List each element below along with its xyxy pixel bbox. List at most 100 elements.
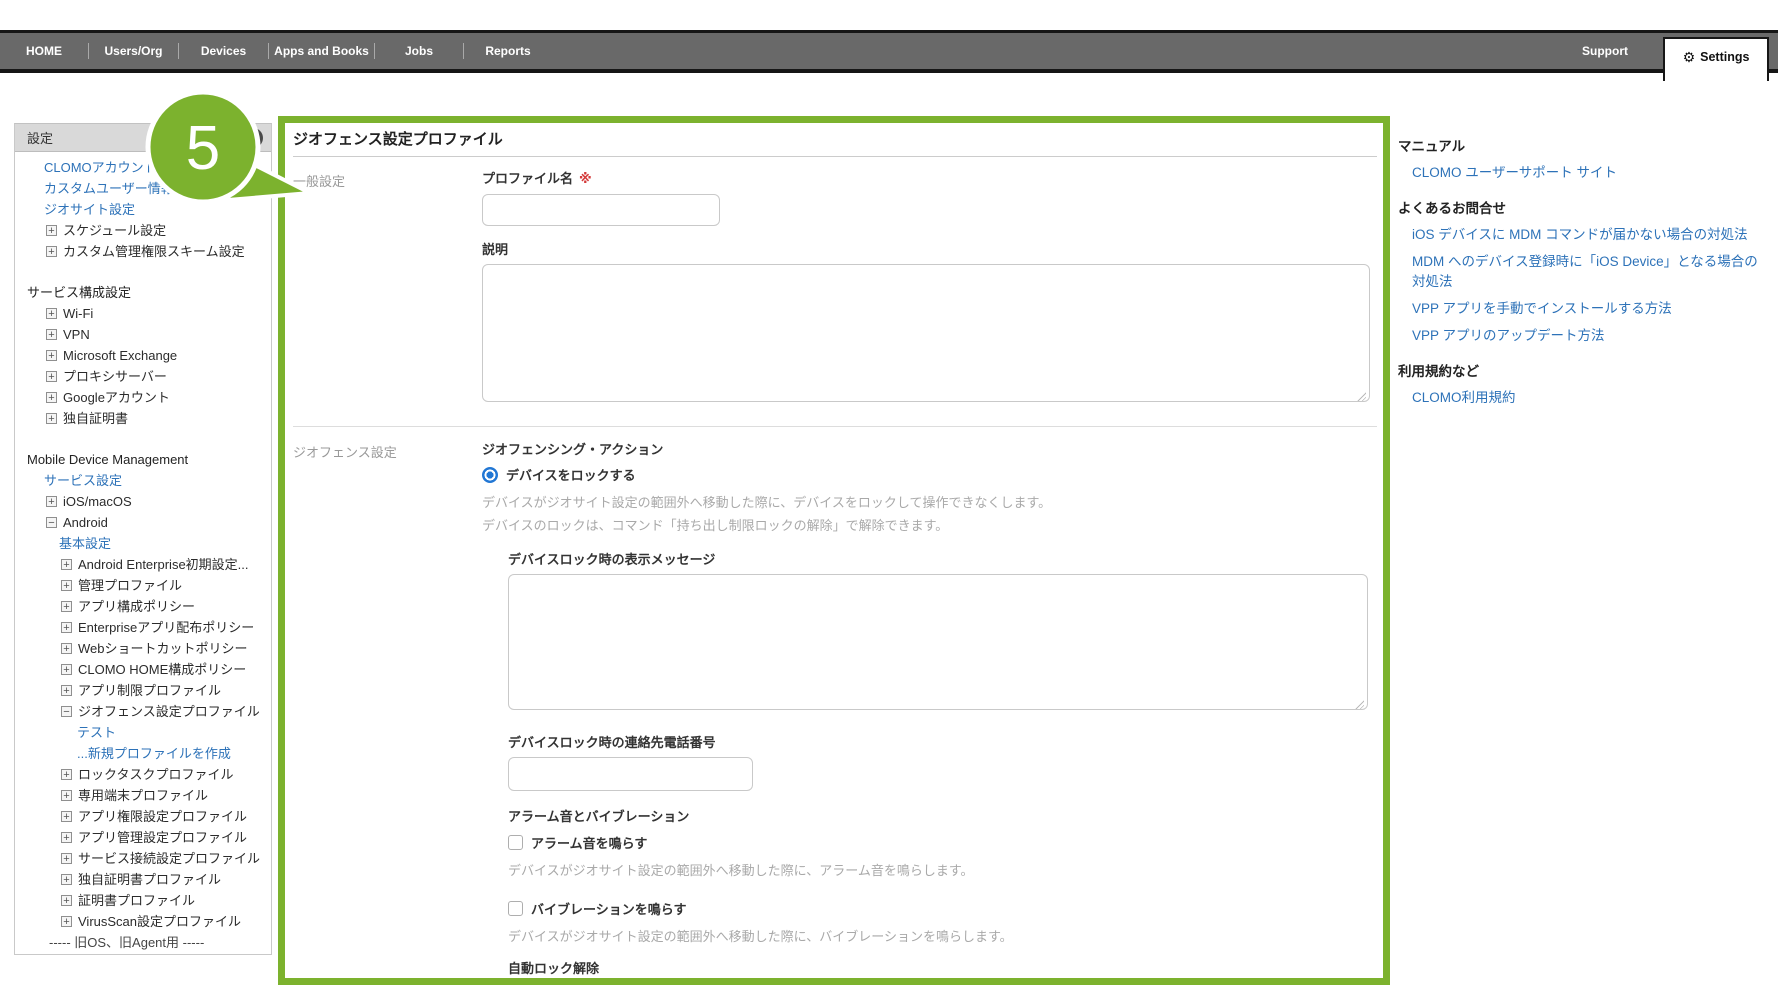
sidebar-item[interactable]: +CLOMO HOME構成ポリシー xyxy=(15,659,271,680)
expand-icon[interactable]: + xyxy=(61,916,72,927)
expand-icon[interactable]: + xyxy=(61,622,72,633)
expand-icon[interactable]: + xyxy=(61,685,72,696)
nav-item-support[interactable]: Support xyxy=(1555,33,1655,69)
sidebar-item[interactable]: + アプリ権限設定プロファイル xyxy=(15,806,271,827)
expand-icon[interactable]: + xyxy=(61,853,72,864)
nav-item-users-org[interactable]: Users/Org xyxy=(89,44,178,58)
profile-name-label: プロファイル名※ xyxy=(482,171,1383,187)
expand-icon[interactable]: + xyxy=(46,413,57,424)
sidebar-item[interactable]: CLOMOアカウント設定 xyxy=(15,157,271,178)
help-link[interactable]: iOS デバイスに MDM コマンドが届かない場合の対処法 xyxy=(1412,225,1758,245)
expand-icon[interactable]: + xyxy=(46,308,57,319)
help-section-heading: 利用規約など xyxy=(1398,363,1758,381)
collapse-icon[interactable]: − xyxy=(61,706,72,717)
sidebar-item[interactable]: サービス設定 xyxy=(15,470,271,491)
sidebar-header-label: 設定 xyxy=(27,128,53,147)
sidebar-item[interactable]: +ロックタスクプロファイル xyxy=(15,764,271,785)
sidebar-item[interactable]: +プロキシサーバー xyxy=(15,366,271,387)
help-link[interactable]: CLOMO利用規約 xyxy=(1412,388,1758,408)
expand-icon[interactable]: + xyxy=(61,769,72,780)
expand-icon[interactable]: + xyxy=(61,832,72,843)
sidebar-item[interactable]: +専用端末プロファイル xyxy=(15,785,271,806)
lock-message-textarea[interactable] xyxy=(508,574,1368,710)
nav-item-apps-and-books[interactable]: Apps and Books xyxy=(269,44,374,58)
sidebar-item[interactable]: +Android Enterprise初期設定... xyxy=(15,554,271,575)
sidebar-item[interactable]: +Wi-Fi xyxy=(15,303,271,324)
expand-icon[interactable]: + xyxy=(46,496,57,507)
sidebar-item-label: iOS/macOS xyxy=(63,494,132,509)
sidebar-item-label: アプリ管理設定プロファイル xyxy=(78,830,247,845)
tab-settings[interactable]: ⚙ Settings xyxy=(1663,37,1769,81)
profile-name-input[interactable] xyxy=(482,194,720,226)
sidebar-item[interactable]: ジオサイト設定 xyxy=(15,199,271,220)
sidebar-item[interactable]: +Webショートカットポリシー xyxy=(15,638,271,659)
sidebar-item[interactable]: カスタムユーザー情報設定 xyxy=(15,178,271,199)
sidebar-item[interactable]: + アプリ管理設定プロファイル xyxy=(15,827,271,848)
collapse-icon[interactable]: − xyxy=(46,517,57,528)
expand-icon[interactable]: + xyxy=(61,559,72,570)
lock-description-1: デバイスがジオサイト設定の範囲外へ移動した際に、デバイスをロックして操作できなく… xyxy=(482,494,1383,511)
nav-item-devices[interactable]: Devices xyxy=(179,44,268,58)
sidebar-item-label: カスタム管理権限スキーム設定 xyxy=(63,244,245,259)
sidebar-item[interactable]: +管理プロファイル xyxy=(15,575,271,596)
lock-phone-input[interactable] xyxy=(508,757,753,791)
vibration-checkbox[interactable] xyxy=(508,901,523,916)
description-textarea[interactable] xyxy=(482,264,1370,402)
sidebar-item[interactable]: +スケジュール設定 xyxy=(15,220,271,241)
sidebar-item-label: サービス接続設定プロファイル xyxy=(78,851,260,866)
expand-icon[interactable]: + xyxy=(61,811,72,822)
sidebar-item[interactable]: +Enterpriseアプリ配布ポリシー xyxy=(15,617,271,638)
expand-icon[interactable]: + xyxy=(46,371,57,382)
sidebar-item-label: アプリ権限設定プロファイル xyxy=(78,809,247,824)
sidebar-item[interactable]: + サービス接続設定プロファイル xyxy=(15,848,271,869)
sidebar-item[interactable]: + VPN xyxy=(15,324,271,345)
expand-icon[interactable]: + xyxy=(46,246,57,257)
help-icon[interactable]: ? xyxy=(243,128,263,148)
expand-icon[interactable]: + xyxy=(46,392,57,403)
sidebar-item[interactable]: +独自証明書プロファイル xyxy=(15,869,271,890)
sidebar-item[interactable]: −Android xyxy=(15,512,271,533)
sidebar-item[interactable]: +Microsoft Exchange xyxy=(15,345,271,366)
help-link[interactable]: CLOMO ユーザーサポート サイト xyxy=(1412,163,1758,183)
sidebar-item[interactable]: + 証明書プロファイル xyxy=(15,890,271,911)
expand-icon[interactable]: + xyxy=(46,225,57,236)
sidebar-item[interactable]: + カスタム管理権限スキーム設定 xyxy=(15,241,271,262)
sidebar-item: ----- 旧OS、旧Agent用 ----- xyxy=(15,932,271,953)
vibration-description: デバイスがジオサイト設定の範囲外へ移動した際に、バイブレーションを鳴らします。 xyxy=(508,928,1383,945)
sidebar-item-label: VPN xyxy=(63,327,90,342)
sidebar-item-label: CLOMOアカウント設定 xyxy=(44,160,183,175)
expand-icon[interactable]: + xyxy=(61,601,72,612)
sidebar-item[interactable]: −ジオフェンス設定プロファイル xyxy=(15,701,271,722)
sidebar-item[interactable]: テスト xyxy=(15,722,271,743)
alarm-checkbox[interactable] xyxy=(508,835,523,850)
lock-device-radio[interactable] xyxy=(482,467,498,483)
sidebar-item[interactable]: +アプリ制限プロファイル xyxy=(15,680,271,701)
help-link[interactable]: VPP アプリを手動でインストールする方法 xyxy=(1412,299,1758,319)
expand-icon[interactable]: + xyxy=(46,329,57,340)
expand-icon[interactable]: + xyxy=(61,874,72,885)
sidebar-item-label: 証明書プロファイル xyxy=(78,893,195,908)
nav-item-jobs[interactable]: Jobs xyxy=(375,44,463,58)
sidebar-item[interactable]: +アプリ構成ポリシー xyxy=(15,596,271,617)
nav-item-reports[interactable]: Reports xyxy=(464,44,552,58)
nav-item-home[interactable]: HOME xyxy=(0,44,88,58)
expand-icon[interactable]: + xyxy=(61,895,72,906)
required-mark: ※ xyxy=(579,171,592,186)
help-link[interactable]: MDM へのデバイス登録時に「iOS Device」となる場合の対処法 xyxy=(1412,252,1758,292)
sidebar-item[interactable]: + VirusScan設定プロファイル xyxy=(15,911,271,932)
sidebar-item[interactable]: +Googleアカウント xyxy=(15,387,271,408)
sidebar-item[interactable]: + iOS/macOS xyxy=(15,491,271,512)
geofence-section-label: ジオフェンス設定 xyxy=(293,442,397,461)
expand-icon[interactable]: + xyxy=(61,790,72,801)
help-link[interactable]: VPP アプリのアップデート方法 xyxy=(1412,326,1758,346)
expand-icon[interactable]: + xyxy=(61,643,72,654)
sidebar-item-label: VirusScan設定プロファイル xyxy=(78,914,241,929)
sidebar-item-label: Android xyxy=(63,515,108,530)
sidebar-item[interactable]: 基本設定 xyxy=(15,533,271,554)
sidebar-item: Managed Google Play設定 xyxy=(15,953,271,955)
expand-icon[interactable]: + xyxy=(46,350,57,361)
sidebar-item[interactable]: +独自証明書 xyxy=(15,408,271,429)
sidebar-item[interactable]: ...新規プロファイルを作成 xyxy=(15,743,271,764)
expand-icon[interactable]: + xyxy=(61,580,72,591)
expand-icon[interactable]: + xyxy=(61,664,72,675)
